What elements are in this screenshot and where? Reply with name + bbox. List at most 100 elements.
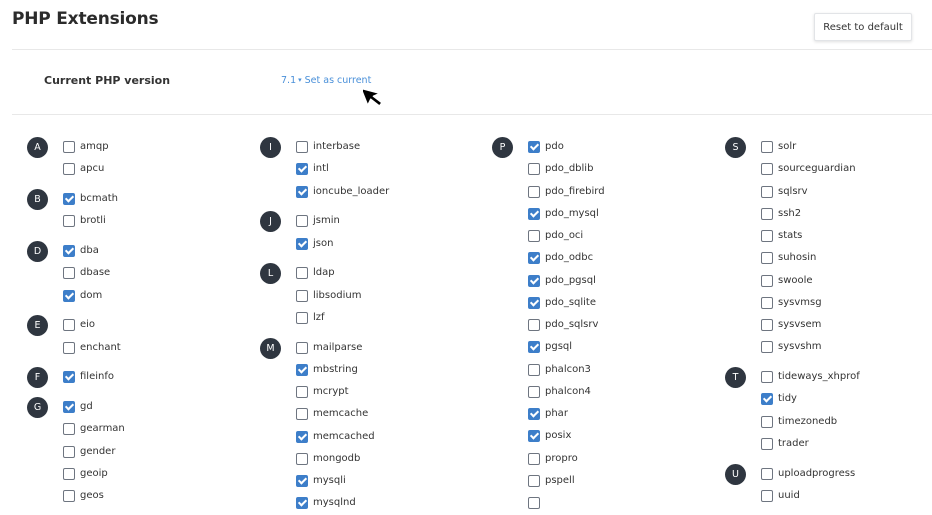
extension-item-gd[interactable]: gd [63,400,93,414]
checkbox-unchecked[interactable] [761,163,773,176]
checkbox-unchecked[interactable] [761,489,773,502]
extension-item-phar[interactable]: phar [528,407,568,421]
checkbox-unchecked[interactable] [63,163,75,176]
checkbox-unchecked[interactable] [761,185,773,198]
checkbox-unchecked[interactable] [63,467,75,480]
extension-item-ldap[interactable]: ldap [296,266,335,280]
extension-item-posix[interactable]: posix [528,429,571,443]
extension-item-pgsql[interactable]: pgsql [528,340,572,354]
extension-item-mbstring[interactable]: mbstring [296,363,358,377]
checkbox-unchecked[interactable] [761,341,773,354]
extension-item-apcu[interactable]: apcu [63,162,104,176]
extension-item-brotli[interactable]: brotli [63,214,106,228]
extension-item-pdo-odbc[interactable]: pdo_odbc [528,251,593,265]
checkbox-unchecked[interactable] [528,497,540,509]
checkbox-unchecked[interactable] [761,467,773,480]
extension-item-interbase[interactable]: interbase [296,140,360,154]
checkbox-checked[interactable] [528,141,540,153]
checkbox-unchecked[interactable] [761,207,773,220]
extension-item-stats[interactable]: stats [761,229,802,243]
checkbox-unchecked[interactable] [296,215,308,228]
extension-item-tidy[interactable]: tidy [761,392,797,406]
extension-item-pdo-sqlite[interactable]: pdo_sqlite [528,296,596,310]
php-version-value[interactable]: 7.1 [281,75,296,86]
checkbox-checked[interactable] [296,237,308,250]
checkbox-checked[interactable] [528,430,540,443]
checkbox-checked[interactable] [528,274,540,287]
checkbox-checked[interactable] [63,371,75,384]
extension-item-pdo-dblib[interactable]: pdo_dblib [528,162,593,176]
extension-item-sysvshm[interactable]: sysvshm [761,340,822,354]
extension-item-pdo-sqlsrv[interactable]: pdo_sqlsrv [528,318,598,332]
checkbox-checked[interactable] [63,193,75,205]
checkbox-checked[interactable] [296,475,308,487]
checkbox-unchecked[interactable] [296,341,308,354]
extension-item-sysvsem[interactable]: sysvsem [761,318,821,332]
checkbox-unchecked[interactable] [528,452,540,465]
reset-to-default-button[interactable]: Reset to default [814,13,912,41]
extension-item-ssh2[interactable]: ssh2 [761,207,801,221]
extension-item-sysvmsg[interactable]: sysvmsg [761,296,822,310]
extension-item-pdo-mysql[interactable]: pdo_mysql [528,207,599,221]
checkbox-unchecked[interactable] [63,490,75,502]
extension-item-pdo-oci[interactable]: pdo_oci [528,229,583,243]
set-as-current-link[interactable]: Set as current [305,75,372,86]
extension-item-eio[interactable]: eio [63,318,95,332]
checkbox-unchecked[interactable] [761,230,773,242]
checkbox-checked[interactable] [296,430,308,443]
checkbox-unchecked[interactable] [761,296,773,309]
checkbox-unchecked[interactable] [296,267,308,280]
checkbox-unchecked[interactable] [63,319,75,332]
checkbox-checked[interactable] [296,363,308,376]
checkbox-unchecked[interactable] [528,363,540,376]
extension-item-timezonedb[interactable]: timezonedb [761,415,837,429]
extension-item-amqp[interactable]: amqp [63,140,109,154]
extension-item-uploadprogress[interactable]: uploadprogress [761,467,855,481]
checkbox-unchecked[interactable] [296,289,308,302]
extension-item-gender[interactable]: gender [63,445,115,459]
extension-item-ioncube-loader[interactable]: ioncube_loader [296,185,389,199]
checkbox-unchecked[interactable] [528,319,540,331]
extension-item-swoole[interactable]: swoole [761,274,813,288]
extension-item-phalcon3[interactable]: phalcon3 [528,363,591,377]
extension-item-gearman[interactable]: gearman [63,422,125,436]
extension-item[interactable] [528,496,545,510]
extension-item-pdo[interactable]: pdo [528,140,564,154]
checkbox-unchecked[interactable] [296,141,308,153]
checkbox-unchecked[interactable] [296,452,308,465]
extension-item-pdo-pgsql[interactable]: pdo_pgsql [528,274,596,288]
extension-item-json[interactable]: json [296,237,333,251]
extension-item-bcmath[interactable]: bcmath [63,192,118,206]
extension-item-dom[interactable]: dom [63,289,102,303]
checkbox-checked[interactable] [296,497,308,510]
checkbox-unchecked[interactable] [528,163,540,176]
extension-item-dbase[interactable]: dbase [63,266,110,280]
checkbox-unchecked[interactable] [761,141,773,153]
extension-item-uuid[interactable]: uuid [761,489,800,503]
chevron-down-icon[interactable]: ▾ [298,76,302,84]
checkbox-checked[interactable] [296,185,308,198]
extension-item-sourceguardian[interactable]: sourceguardian [761,162,856,176]
checkbox-unchecked[interactable] [296,386,308,398]
checkbox-unchecked[interactable] [63,423,75,436]
checkbox-checked[interactable] [296,163,308,176]
checkbox-unchecked[interactable] [761,437,773,450]
checkbox-unchecked[interactable] [761,415,773,428]
checkbox-unchecked[interactable] [761,274,773,287]
checkbox-unchecked[interactable] [528,185,540,198]
checkbox-unchecked[interactable] [296,311,308,324]
php-version-selector[interactable]: 7.1 ▾ Set as current [281,75,371,86]
checkbox-unchecked[interactable] [761,252,773,265]
extension-item-solr[interactable]: solr [761,140,796,154]
checkbox-unchecked[interactable] [63,267,75,280]
extension-item-memcached[interactable]: memcached [296,430,375,444]
checkbox-checked[interactable] [63,245,75,257]
extension-item-propro[interactable]: propro [528,452,578,466]
checkbox-unchecked[interactable] [528,385,540,398]
extension-item-trader[interactable]: trader [761,437,809,451]
checkbox-checked[interactable] [528,207,540,220]
checkbox-unchecked[interactable] [761,319,773,331]
extension-item-jsmin[interactable]: jsmin [296,214,340,228]
extension-item-libsodium[interactable]: libsodium [296,289,361,303]
checkbox-checked[interactable] [528,408,540,420]
